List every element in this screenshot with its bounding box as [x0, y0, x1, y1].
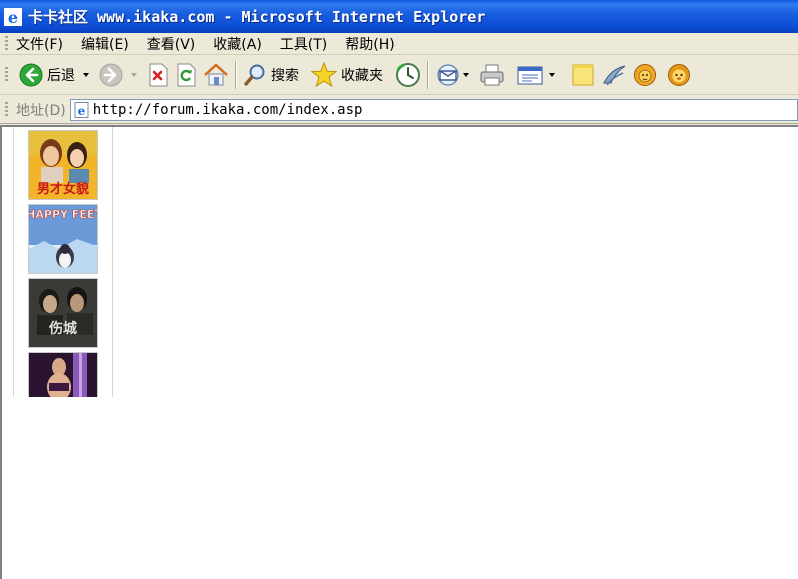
back-dropdown-icon[interactable] [83, 72, 89, 77]
menu-tools[interactable]: 工具(T) [280, 34, 327, 54]
history-button[interactable] [392, 60, 424, 90]
poster-4[interactable] [28, 352, 98, 397]
stop-button[interactable] [144, 60, 172, 90]
sticky-note-icon [572, 64, 594, 85]
address-input[interactable]: e http://forum.ikaka.com/index.asp [69, 98, 798, 121]
poster-1-caption: 男才女貌 [37, 181, 89, 197]
ie-page-icon: e [74, 101, 89, 118]
toolbar-separator [427, 60, 429, 89]
stop-icon [149, 63, 168, 86]
favorites-star-icon [311, 61, 337, 87]
forward-dropdown-icon[interactable] [131, 72, 137, 77]
history-icon [396, 62, 420, 87]
movie-poster-image: 男才女貌 [29, 131, 97, 199]
forward-button[interactable] [96, 60, 144, 90]
search-icon [244, 64, 265, 86]
menu-help[interactable]: 帮助(H) [345, 34, 394, 54]
forward-arrow-icon [99, 63, 123, 86]
edit-dropdown-icon[interactable] [549, 72, 555, 77]
back-arrow-icon [19, 63, 43, 86]
back-label: 后退 [47, 67, 75, 84]
discuss-button[interactable] [568, 60, 598, 90]
ie-window: e 卡卡社区 www.ikaka.com - Microsoft Interne… [0, 0, 798, 579]
ie-logo-icon: e [4, 7, 22, 26]
back-button[interactable]: 后退 [16, 60, 96, 90]
refresh-icon [177, 63, 196, 86]
toolbar-grip[interactable] [5, 66, 8, 83]
favorites-label: 收藏夹 [341, 67, 383, 84]
movie-poster-image [29, 353, 97, 397]
menu-file[interactable]: 文件(F) [16, 34, 63, 54]
title-bar[interactable]: e 卡卡社区 www.ikaka.com - Microsoft Interne… [0, 0, 798, 33]
address-grip[interactable] [5, 101, 8, 118]
poster-column: 男才女貌 HAPPY FEET 伤城 [13, 127, 113, 397]
home-button[interactable] [200, 60, 232, 90]
search-button[interactable]: 搜索 [240, 60, 302, 90]
menu-favorites[interactable]: 收藏(A) [213, 34, 262, 54]
search-label: 搜索 [271, 67, 299, 84]
toolbar-separator [235, 60, 237, 89]
address-bar: 地址(D) e http://forum.ikaka.com/index.asp [0, 96, 798, 124]
lion-face-icon [668, 63, 690, 86]
home-icon [204, 63, 228, 85]
page-content[interactable]: 男才女貌 HAPPY FEET 伤城 [0, 125, 798, 579]
print-button[interactable] [476, 60, 508, 90]
messenger-icon [603, 65, 626, 85]
menu-grip[interactable] [5, 35, 8, 52]
svg-text:e: e [77, 104, 85, 118]
menu-view[interactable]: 查看(V) [147, 34, 196, 54]
address-url: http://forum.ikaka.com/index.asp [92, 101, 363, 118]
messenger-button[interactable] [598, 60, 630, 90]
printer-icon [480, 64, 504, 85]
poster-2[interactable]: HAPPY FEET [28, 204, 98, 274]
poster-3[interactable]: 伤城 [28, 278, 98, 348]
menu-edit[interactable]: 编辑(E) [81, 34, 129, 54]
poster-1[interactable]: 男才女貌 [28, 130, 98, 200]
mail-icon [437, 63, 459, 86]
movie-poster-image: 伤城 [29, 279, 97, 347]
edit-page-icon [517, 66, 543, 84]
refresh-button[interactable] [172, 60, 200, 90]
movie-poster-image: HAPPY FEET [29, 205, 98, 273]
favorites-button[interactable]: 收藏夹 [308, 60, 386, 90]
poster-3-caption: 伤城 [48, 320, 77, 337]
poster-2-caption: HAPPY FEET [29, 208, 98, 221]
mail-button[interactable] [432, 60, 476, 90]
menu-bar: 文件(F) 编辑(E) 查看(V) 收藏(A) 工具(T) 帮助(H) [0, 33, 798, 55]
address-label: 地址(D) [16, 102, 66, 119]
kaspersky-button-1[interactable] [630, 60, 660, 90]
standard-toolbar: 后退 搜索 收藏夹 [0, 55, 798, 95]
kaspersky-button-2[interactable] [664, 60, 694, 90]
svg-text:e: e [8, 8, 18, 26]
window-title: 卡卡社区 www.ikaka.com - Microsoft Internet … [28, 8, 486, 26]
lion-shield-icon [634, 63, 656, 86]
mail-dropdown-icon[interactable] [463, 72, 469, 77]
edit-button[interactable] [514, 60, 562, 90]
